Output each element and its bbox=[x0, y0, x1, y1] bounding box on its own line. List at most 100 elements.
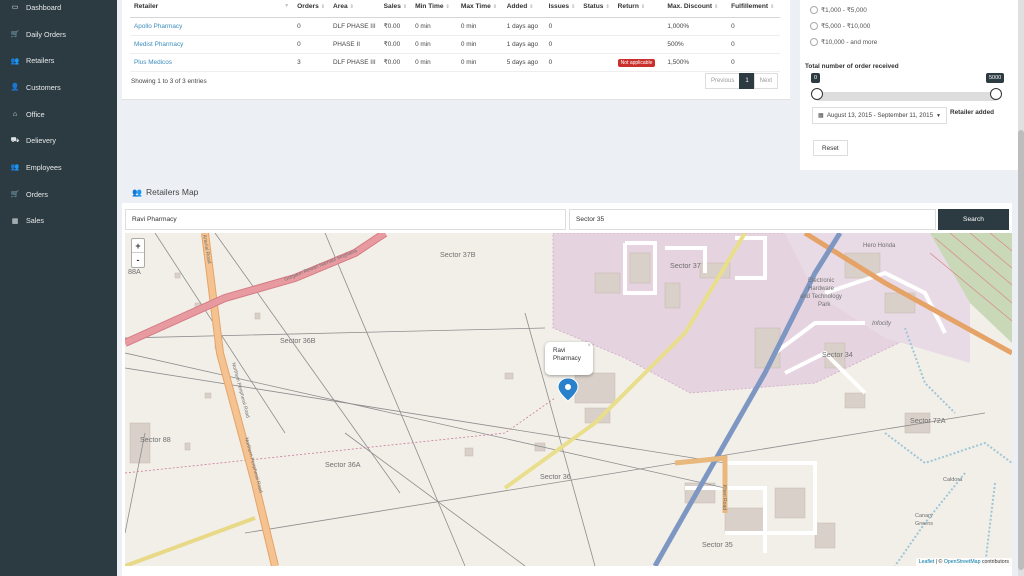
table-cell: ₹0.00 bbox=[379, 53, 412, 72]
range-radio[interactable]: ₹5,000 - ₹10,000 bbox=[800, 18, 1024, 34]
map-label: Sector 72A bbox=[910, 416, 946, 425]
table-cell: 1,500% bbox=[663, 53, 728, 72]
table-info: Showing 1 to 3 of 3 entries bbox=[131, 78, 207, 85]
sidebar-item-sales[interactable]: ▦ Sales bbox=[0, 208, 117, 235]
map-label: Hero Honda bbox=[863, 243, 896, 249]
users-icon: 👥 bbox=[132, 187, 142, 197]
map-title-text: Retailers Map bbox=[145, 187, 199, 197]
marker-popup: × Ravi Pharmacy bbox=[545, 342, 593, 375]
radio-icon bbox=[810, 22, 818, 30]
sidebar-item-retailers[interactable]: 👥 Retailers bbox=[0, 47, 117, 74]
table-cell bbox=[613, 35, 664, 54]
column-header[interactable]: Fulfillement ⇕ bbox=[727, 0, 780, 18]
sidebar-item-delivery[interactable]: ⛟ Delievery bbox=[0, 127, 117, 154]
map-label: Infocity bbox=[872, 321, 892, 327]
range-radio[interactable]: ₹10,000 - and more bbox=[800, 34, 1024, 50]
table-cell: 0 min bbox=[456, 35, 503, 54]
slider-min-label: 0 bbox=[811, 73, 821, 83]
osm-link[interactable]: OpenStreetMap bbox=[944, 559, 981, 565]
attribution-text: | © bbox=[934, 559, 944, 565]
main-content: Retailer ▼ Orders ⇕ Area ⇕ Sales ⇕ Min Time ⇕… bbox=[117, 0, 1024, 576]
sidebar-item-label: Retailers bbox=[26, 56, 55, 66]
cart-icon: 🛒 bbox=[10, 31, 20, 39]
table-cell: ₹0.00 bbox=[379, 17, 412, 36]
zoom-out-button[interactable]: - bbox=[132, 253, 144, 267]
reset-button[interactable]: Reset bbox=[813, 140, 848, 156]
range-radio[interactable]: ₹1,000 - ₹5,000 bbox=[800, 2, 1024, 18]
sort-icon: ⇕ bbox=[492, 3, 497, 10]
map-panel: Ravi Pharmacy Sector 35 Search Sector 37… bbox=[122, 203, 1012, 568]
column-header[interactable]: Sales ⇕ bbox=[379, 0, 412, 18]
next-button[interactable]: Next bbox=[753, 73, 778, 89]
sort-icon: ⇕ bbox=[529, 3, 534, 10]
column-header[interactable]: Added ⇕ bbox=[502, 0, 545, 18]
map-label: Canary bbox=[915, 513, 933, 519]
table-cell: 5 days ago bbox=[502, 53, 545, 72]
table-cell: 0 min bbox=[411, 17, 457, 36]
table-cell: Not applicable bbox=[613, 53, 664, 72]
sector-search-input[interactable]: Sector 35 bbox=[569, 209, 936, 230]
column-header[interactable]: Retailer ▼ bbox=[130, 0, 294, 18]
column-header[interactable]: Max. Discount ⇕ bbox=[663, 0, 728, 18]
map-label: Sector 36B bbox=[280, 336, 316, 345]
column-header[interactable]: Status ⇕ bbox=[579, 0, 614, 18]
sidebar-item-employees[interactable]: 👥 Employees bbox=[0, 154, 117, 181]
order-count-slider[interactable] bbox=[816, 92, 997, 101]
zoom-control: + - bbox=[131, 238, 145, 268]
table-cell: 0 bbox=[544, 17, 580, 36]
table-cell: 0 bbox=[544, 53, 580, 72]
column-header[interactable]: Orders ⇕ bbox=[293, 0, 329, 18]
sidebar-item-daily-orders[interactable]: 🛒 Daily Orders bbox=[0, 21, 117, 48]
sidebar-item-label: Employees bbox=[26, 162, 62, 172]
sidebar-item-dashboard[interactable]: ▭ Dashboard bbox=[0, 0, 117, 21]
table-cell: 3 bbox=[293, 53, 329, 72]
table-cell: 1 days ago bbox=[502, 35, 545, 54]
slider-min-handle[interactable] bbox=[811, 88, 823, 100]
table-cell: 0 bbox=[727, 35, 780, 54]
truck-icon: ⛟ bbox=[10, 137, 20, 145]
map-canvas[interactable]: Sector 37B Sector 37 Sector 36B Sector 8… bbox=[125, 233, 1012, 566]
retailer-link[interactable]: Apollo Pharmacy bbox=[130, 17, 294, 36]
map-label: Sector 37 bbox=[670, 261, 701, 270]
sort-icon: ⇕ bbox=[571, 3, 576, 10]
column-header[interactable]: Area ⇕ bbox=[329, 0, 380, 18]
users-icon: 👥 bbox=[10, 164, 20, 172]
sidebar-item-office[interactable]: ⌂ Office bbox=[0, 101, 117, 128]
table-cell bbox=[579, 35, 614, 54]
table-cell: 0 min bbox=[456, 53, 503, 72]
page-1-button[interactable]: 1 bbox=[739, 73, 755, 89]
map-label: Sector 35 bbox=[702, 540, 733, 549]
column-header[interactable]: Issues ⇕ bbox=[544, 0, 580, 18]
map-tiles: Sector 37B Sector 37 Sector 36B Sector 8… bbox=[125, 233, 1012, 566]
retailer-link[interactable]: Plus Medicos bbox=[130, 53, 294, 72]
page-scrollbar[interactable] bbox=[1018, 0, 1024, 576]
sidebar-item-customers[interactable]: 👤 Customers bbox=[0, 74, 117, 101]
column-header[interactable]: Return ⇕ bbox=[613, 0, 664, 18]
table-row: Apollo Pharmacy 0 DLF PHASE III ₹0.00 0 … bbox=[130, 17, 780, 36]
users-icon: 👥 bbox=[10, 57, 20, 65]
previous-button[interactable]: Previous bbox=[704, 73, 741, 89]
table-cell: 0 bbox=[293, 35, 329, 54]
attribution-text: contributors bbox=[980, 559, 1009, 565]
popup-close-icon[interactable]: × bbox=[587, 342, 591, 350]
leaflet-link[interactable]: Leaflet bbox=[919, 559, 935, 565]
filter-panel: ₹1,000 - ₹5,000 ₹5,000 - ₹10,000 ₹10,000… bbox=[800, 0, 1024, 170]
map-label: Kheri Road bbox=[721, 485, 727, 510]
scrollbar-thumb[interactable] bbox=[1018, 130, 1024, 570]
table-cell: 500% bbox=[663, 35, 728, 54]
date-range-picker[interactable]: ▦ August 13, 2015 - September 11, 2015 ▼ bbox=[812, 107, 947, 124]
cart-icon: 🛒 bbox=[10, 191, 20, 199]
retailer-link[interactable]: Medist Pharmacy bbox=[130, 35, 294, 54]
search-button[interactable]: Search bbox=[938, 209, 1009, 230]
sidebar-item-orders[interactable]: 🛒 Orders bbox=[0, 181, 117, 208]
radio-label: ₹10,000 - and more bbox=[821, 39, 878, 46]
sort-icon: ⇕ bbox=[605, 3, 610, 10]
retailer-search-input[interactable]: Ravi Pharmacy bbox=[125, 209, 566, 230]
zoom-in-button[interactable]: + bbox=[132, 239, 144, 253]
column-header[interactable]: Min Time ⇕ bbox=[411, 0, 457, 18]
table-cell: ₹0.00 bbox=[379, 35, 412, 54]
map-label: Sector 36A bbox=[325, 460, 361, 469]
table-cell: 1,000% bbox=[663, 17, 728, 36]
slider-max-handle[interactable] bbox=[990, 88, 1002, 100]
column-header[interactable]: Max Time ⇕ bbox=[456, 0, 503, 18]
